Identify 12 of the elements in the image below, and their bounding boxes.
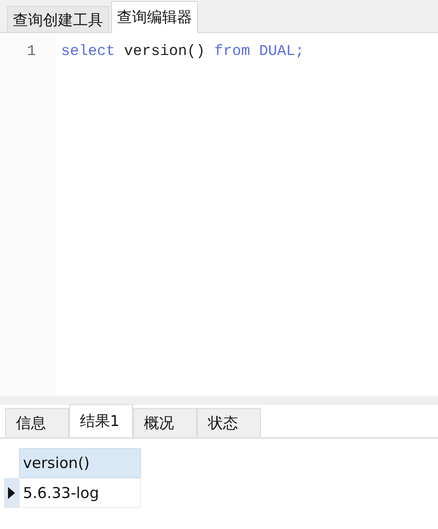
table-cell: 5.6.33-log [19, 478, 141, 508]
result-tab[interactable]: 结果1 [69, 404, 133, 437]
result-tab[interactable]: 概况 [133, 408, 197, 437]
column-header[interactable]: version() [19, 448, 141, 478]
editor-tab[interactable]: 查询创建工具 [7, 6, 109, 32]
result-tab[interactable]: 信息 [5, 408, 69, 437]
editor-tab[interactable]: 查询编辑器 [111, 1, 198, 33]
code-line: select version() from DUAL; [61, 42, 304, 60]
result-tab[interactable]: 状态 [197, 408, 261, 437]
current-row-icon [8, 487, 15, 499]
splitter-bar[interactable] [0, 396, 438, 405]
line-number: 1 [26, 42, 36, 60]
